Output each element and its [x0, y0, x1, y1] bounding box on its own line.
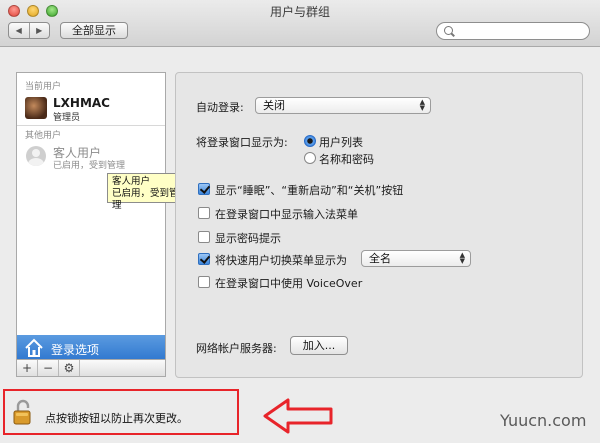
- sidebar-item-login-options[interactable]: 登录选项: [17, 335, 165, 361]
- login-options-label: 登录选项: [51, 343, 100, 357]
- guest-user-status: 已启用，受到管理: [53, 161, 126, 171]
- search-icon: [444, 26, 453, 35]
- popup-arrows-icon: ▲ ▼: [459, 251, 465, 265]
- radio-user-list-label: 用户列表: [319, 136, 363, 149]
- current-users-heading: 当前用户: [25, 82, 62, 92]
- nav-back-forward: ◀ ▶: [8, 22, 50, 39]
- join-button[interactable]: 加入...: [290, 336, 348, 355]
- login-options-panel: 自动登录: 关闭 ▲ ▼ 将登录窗口显示为: 用户列表 名称和密码 显示“睡眠”、…: [175, 72, 583, 378]
- show-input-menu-label: 在登录窗口中显示输入法菜单: [215, 208, 358, 221]
- voiceover-label: 在登录窗口中使用 VoiceOver: [215, 277, 363, 290]
- avatar: [25, 97, 47, 119]
- checkbox-show-password-hints[interactable]: [198, 231, 210, 243]
- lock-message: 点按锁按钮以防止再次更改。: [45, 412, 188, 425]
- fast-switch-value: 全名: [369, 252, 391, 265]
- chevron-left-icon: ◀: [15, 26, 22, 35]
- fast-user-switching-label: 将快速用户切换菜单显示为: [215, 254, 347, 267]
- radio-name-password[interactable]: [304, 152, 316, 164]
- divider: [17, 125, 165, 126]
- chevron-right-icon: ▶: [36, 26, 43, 35]
- user-list-buttons: + − ⚙: [16, 359, 166, 377]
- search-field[interactable]: [436, 22, 590, 40]
- remove-user-button[interactable]: −: [38, 360, 59, 376]
- user-name: LXHMAC: [53, 96, 110, 110]
- user-item-guest[interactable]: 客人用户 已启用，受到管理: [22, 142, 162, 172]
- search-input[interactable]: [457, 24, 583, 38]
- auto-login-popup[interactable]: 关闭 ▲ ▼: [255, 97, 431, 114]
- checkbox-voiceover[interactable]: [198, 276, 210, 288]
- window-title: 用户与群组: [269, 5, 330, 19]
- gear-icon: ⚙: [63, 361, 75, 375]
- checkbox-show-input-menu[interactable]: [198, 207, 210, 219]
- watermark: Yuucn.com: [500, 411, 587, 430]
- radio-name-password-label: 名称和密码: [319, 153, 374, 166]
- display-as-label: 将登录窗口显示为:: [196, 136, 288, 149]
- user-role: 管理员: [53, 113, 81, 123]
- left-arrow-icon: [263, 398, 333, 434]
- checkbox-show-power-buttons[interactable]: [198, 183, 210, 195]
- user-item-current[interactable]: LXHMAC 管理员: [22, 93, 162, 123]
- auto-login-label: 自动登录:: [196, 101, 244, 114]
- other-users-heading: 其他用户: [25, 131, 62, 141]
- checkbox-fast-user-switching[interactable]: [198, 253, 210, 265]
- lock-icon[interactable]: [13, 399, 33, 425]
- show-password-hints-label: 显示密码提示: [215, 232, 281, 245]
- user-list: 当前用户 LXHMAC 管理员 其他用户 客人用户 已启用，受到管理 登录选项: [16, 72, 166, 377]
- add-user-button[interactable]: +: [17, 360, 38, 376]
- network-server-label: 网络帐户服务器:: [196, 342, 277, 355]
- guest-avatar-icon: [26, 146, 46, 166]
- fast-switch-popup[interactable]: 全名 ▲ ▼: [361, 250, 471, 267]
- show-power-buttons-label: 显示“睡眠”、“重新启动”和“关机”按钮: [215, 184, 404, 197]
- auto-login-value: 关闭: [263, 99, 285, 112]
- forward-button[interactable]: ▶: [28, 23, 50, 38]
- action-menu-button[interactable]: ⚙: [59, 360, 80, 376]
- users-and-groups-window: 用户与群组 ◀ ▶ 全部显示 当前用户 LXHMAC 管理员 其他用户 客人用户…: [0, 0, 600, 443]
- back-button[interactable]: ◀: [9, 23, 29, 38]
- show-all-button[interactable]: 全部显示: [60, 22, 128, 39]
- title-bar: 用户与群组 ◀ ▶ 全部显示: [0, 0, 600, 47]
- home-icon: [25, 338, 43, 357]
- radio-user-list[interactable]: [304, 135, 316, 147]
- popup-arrows-icon: ▲ ▼: [419, 98, 425, 112]
